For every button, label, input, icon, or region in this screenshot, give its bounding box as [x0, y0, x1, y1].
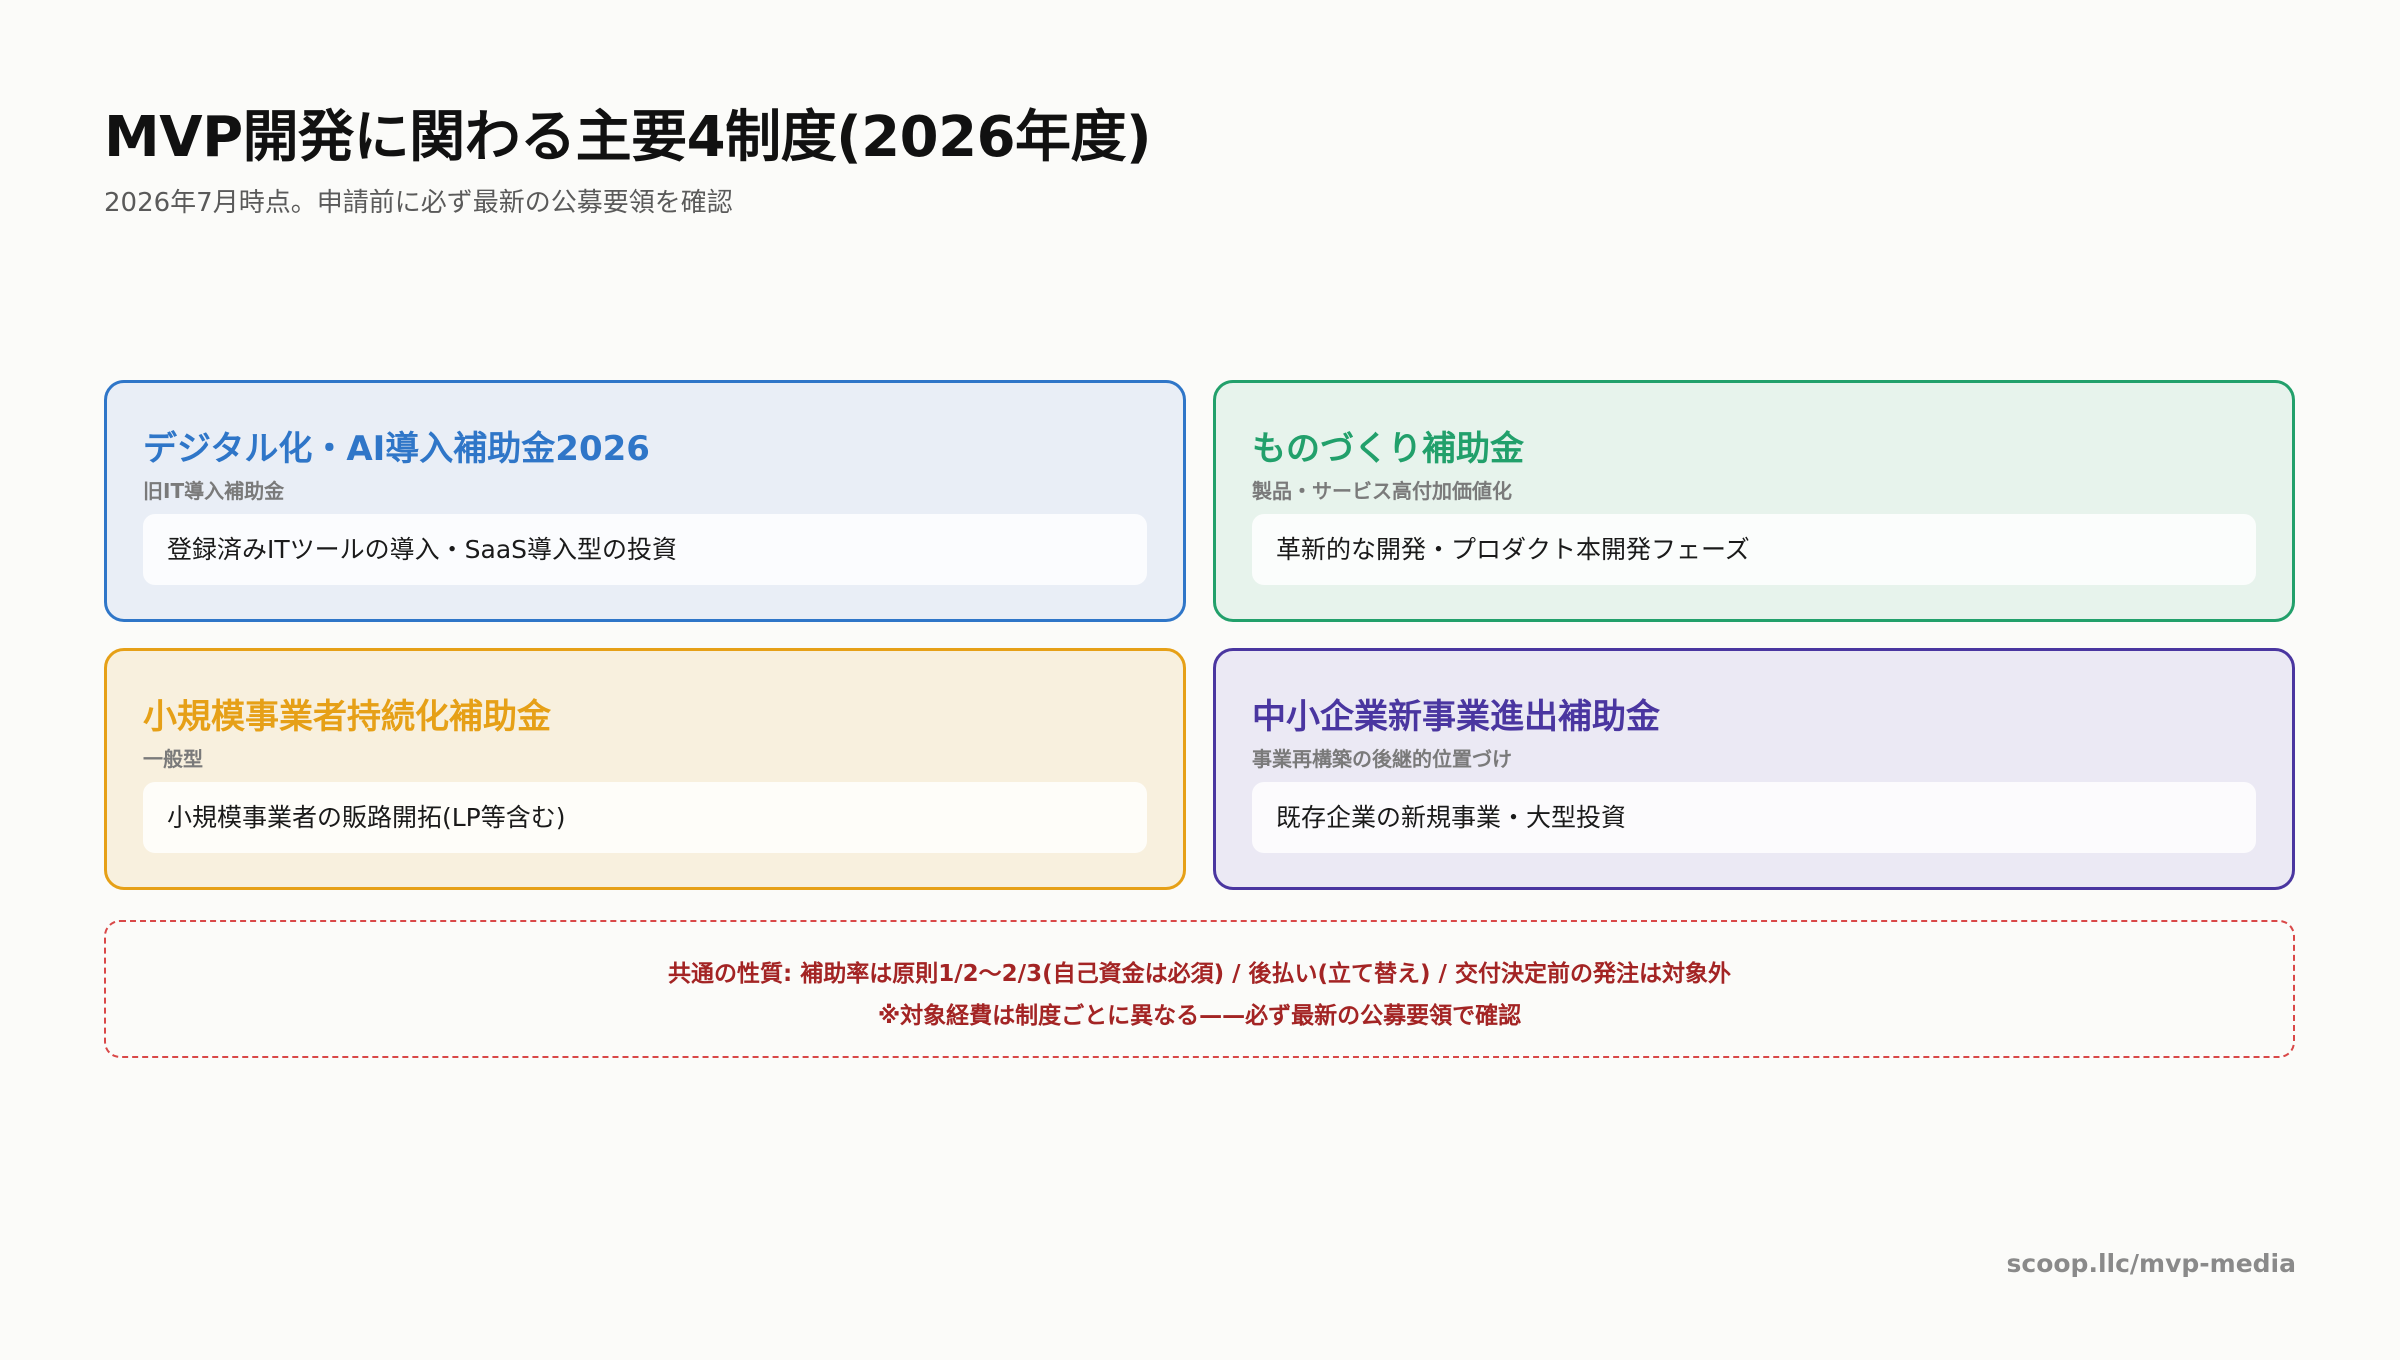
note-line-common: 共通の性質: 補助率は原則1/2〜2/3(自己資金は必須) / 後払い(立て替え…	[668, 961, 1731, 987]
card-digital-ai-subsidy: デジタル化・AI導入補助金2026 旧IT導入補助金 登録済みITツールの導入・…	[104, 380, 1186, 622]
card-title: デジタル化・AI導入補助金2026	[143, 429, 650, 469]
note-line-caution: ※対象経費は制度ごとに異なる——必ず最新の公募要領で確認	[877, 1003, 1522, 1029]
footer-url: scoop.llc/mvp-media	[2006, 1249, 2297, 1278]
card-subtitle: 事業再構築の後継的位置づけ	[1252, 747, 1512, 771]
card-subtitle: 旧IT導入補助金	[143, 479, 285, 503]
card-subtitle: 製品・サービス高付加価値化	[1252, 479, 1512, 503]
card-title: 小規模事業者持続化補助金	[143, 697, 551, 737]
card-monozukuri-subsidy: ものづくり補助金 製品・サービス高付加価値化 革新的な開発・プロダクト本開発フェ…	[1213, 380, 2295, 622]
common-notes-box: 共通の性質: 補助率は原則1/2〜2/3(自己資金は必須) / 後払い(立て替え…	[104, 920, 2295, 1058]
card-description: 小規模事業者の販路開拓(LP等含む)	[143, 782, 1147, 853]
card-description: 登録済みITツールの導入・SaaS導入型の投資	[143, 514, 1147, 585]
card-description: 革新的な開発・プロダクト本開発フェーズ	[1252, 514, 2256, 585]
card-subtitle: 一般型	[143, 747, 203, 771]
card-new-business-subsidy: 中小企業新事業進出補助金 事業再構築の後継的位置づけ 既存企業の新規事業・大型投…	[1213, 648, 2295, 890]
card-small-business-subsidy: 小規模事業者持続化補助金 一般型 小規模事業者の販路開拓(LP等含む)	[104, 648, 1186, 890]
page-subtitle: 2026年7月時点。申請前に必ず最新の公募要領を確認	[104, 188, 733, 218]
card-title: 中小企業新事業進出補助金	[1252, 697, 1660, 737]
card-description: 既存企業の新規事業・大型投資	[1252, 782, 2256, 853]
slide: MVP開発に関わる主要4制度(2026年度) 2026年7月時点。申請前に必ず最…	[0, 0, 2400, 1360]
page-title: MVP開発に関わる主要4制度(2026年度)	[104, 105, 1152, 170]
card-title: ものづくり補助金	[1252, 429, 1524, 469]
